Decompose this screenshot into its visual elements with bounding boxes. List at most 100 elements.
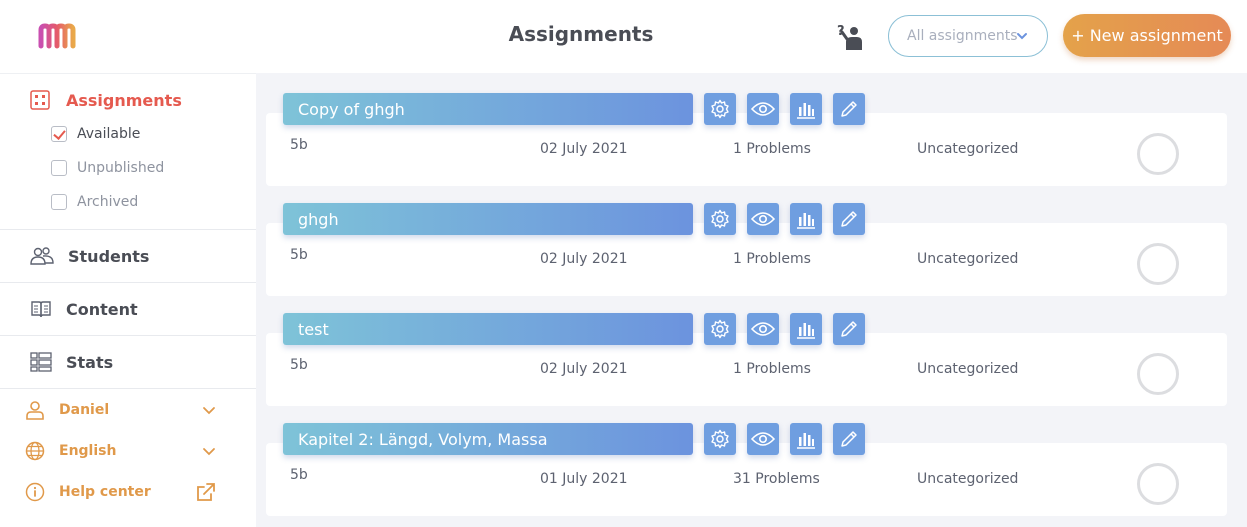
bar-chart-icon	[797, 213, 815, 229]
progress-circle	[1137, 243, 1179, 285]
checkbox-label: Unpublished	[77, 160, 165, 176]
preview-button[interactable]	[747, 313, 779, 345]
edit-button[interactable]	[833, 93, 865, 125]
edit-button[interactable]	[833, 203, 865, 235]
user-icon	[26, 401, 44, 420]
chevron-down-icon	[203, 407, 215, 415]
gear-icon	[711, 429, 729, 449]
settings-button[interactable]	[704, 423, 736, 455]
assignment-title[interactable]: ghgh	[283, 203, 693, 235]
filter-unpublished-checkbox[interactable]: Unpublished	[51, 160, 164, 176]
bar-chart-icon	[797, 323, 815, 339]
raise-hand-icon[interactable]: ?	[836, 22, 866, 52]
stats-button[interactable]	[790, 313, 822, 345]
checkbox-label: Archived	[77, 194, 139, 210]
settings-button[interactable]	[704, 313, 736, 345]
checkbox-checked[interactable]	[51, 126, 67, 142]
chevron-down-icon	[1017, 33, 1027, 40]
pencil-icon	[841, 101, 857, 117]
sidebar-item-label: Stats	[66, 352, 114, 372]
sidebar-item-label: Assignments	[66, 90, 182, 110]
pencil-icon	[841, 211, 857, 227]
top-bar: Assignments ? All assignments + New assi…	[0, 0, 1247, 73]
bar-chart-icon	[797, 433, 815, 449]
progress-circle	[1137, 463, 1179, 505]
chevron-down-icon	[203, 448, 215, 456]
students-icon	[30, 247, 54, 265]
divider	[0, 282, 256, 283]
settings-button[interactable]	[704, 203, 736, 235]
sidebar-item-assignments[interactable]: Assignments	[30, 90, 182, 110]
pencil-icon	[841, 431, 857, 447]
pencil-icon	[841, 321, 857, 337]
stats-button[interactable]	[790, 93, 822, 125]
gear-icon	[711, 209, 729, 229]
user-name: Daniel	[59, 402, 110, 418]
bar-chart-icon	[797, 103, 815, 119]
divider	[0, 335, 256, 336]
progress-circle	[1137, 133, 1179, 175]
eye-icon	[751, 322, 775, 336]
book-icon	[31, 301, 51, 318]
progress-circle	[1137, 353, 1179, 395]
stats-button[interactable]	[790, 423, 822, 455]
assignment-date: 02 July 2021	[540, 251, 628, 267]
assignment-category: Uncategorized	[917, 141, 1019, 157]
eye-icon	[751, 432, 775, 446]
assignment-date: 01 July 2021	[540, 471, 628, 487]
assignment-title[interactable]: test	[283, 313, 693, 345]
stats-icon	[30, 352, 52, 372]
preview-button[interactable]	[747, 203, 779, 235]
assignment-group: 5b	[290, 467, 308, 483]
assignment-group: 5b	[290, 137, 308, 153]
sidebar: Assignments Available Unpublished Archiv…	[0, 73, 256, 527]
sidebar-item-students[interactable]: Students	[30, 246, 149, 266]
divider	[0, 388, 256, 389]
help-center-label: Help center	[59, 484, 151, 500]
preview-button[interactable]	[747, 423, 779, 455]
assignment-group: 5b	[290, 247, 308, 263]
filter-select-value: All assignments	[907, 28, 1018, 44]
assignments-icon	[30, 90, 50, 110]
new-assignment-button[interactable]: + New assignment	[1063, 14, 1231, 57]
edit-button[interactable]	[833, 423, 865, 455]
language-label: English	[59, 443, 117, 459]
assignment-group: 5b	[290, 357, 308, 373]
checkbox-label: Available	[77, 126, 141, 142]
sidebar-item-stats[interactable]: Stats	[30, 352, 113, 372]
user-menu[interactable]: Daniel	[25, 400, 225, 420]
eye-icon	[751, 212, 775, 226]
sidebar-item-label: Content	[66, 299, 138, 319]
language-menu[interactable]: English	[25, 441, 225, 461]
assignment-problems: 1 Problems	[733, 361, 811, 377]
preview-button[interactable]	[747, 93, 779, 125]
gear-icon	[711, 319, 729, 339]
sidebar-item-label: Students	[68, 246, 150, 266]
external-link-icon	[197, 483, 215, 501]
edit-button[interactable]	[833, 313, 865, 345]
sidebar-item-content[interactable]: Content	[30, 299, 138, 319]
filter-archived-checkbox[interactable]: Archived	[51, 194, 138, 210]
assignment-category: Uncategorized	[917, 471, 1019, 487]
assignment-date: 02 July 2021	[540, 361, 628, 377]
assignment-category: Uncategorized	[917, 251, 1019, 267]
checkbox-unchecked[interactable]	[51, 194, 67, 210]
assignment-filter-select[interactable]: All assignments	[888, 15, 1048, 57]
help-center-link[interactable]: Help center	[25, 482, 225, 502]
assignment-title[interactable]: Kapitel 2: Längd, Volym, Massa	[283, 423, 693, 455]
globe-icon	[25, 441, 45, 461]
divider	[0, 229, 256, 230]
filter-available-checkbox[interactable]: Available	[51, 126, 140, 142]
settings-button[interactable]	[704, 93, 736, 125]
assignment-title[interactable]: Copy of ghgh	[283, 93, 693, 125]
assignment-date: 02 July 2021	[540, 141, 628, 157]
stats-button[interactable]	[790, 203, 822, 235]
eye-icon	[751, 102, 775, 116]
assignment-problems: 1 Problems	[733, 141, 811, 157]
info-icon	[25, 482, 45, 502]
assignment-category: Uncategorized	[917, 361, 1019, 377]
assignment-problems: 1 Problems	[733, 251, 811, 267]
checkbox-unchecked[interactable]	[51, 160, 67, 176]
gear-icon	[711, 99, 729, 119]
assignment-problems: 31 Problems	[733, 471, 820, 487]
